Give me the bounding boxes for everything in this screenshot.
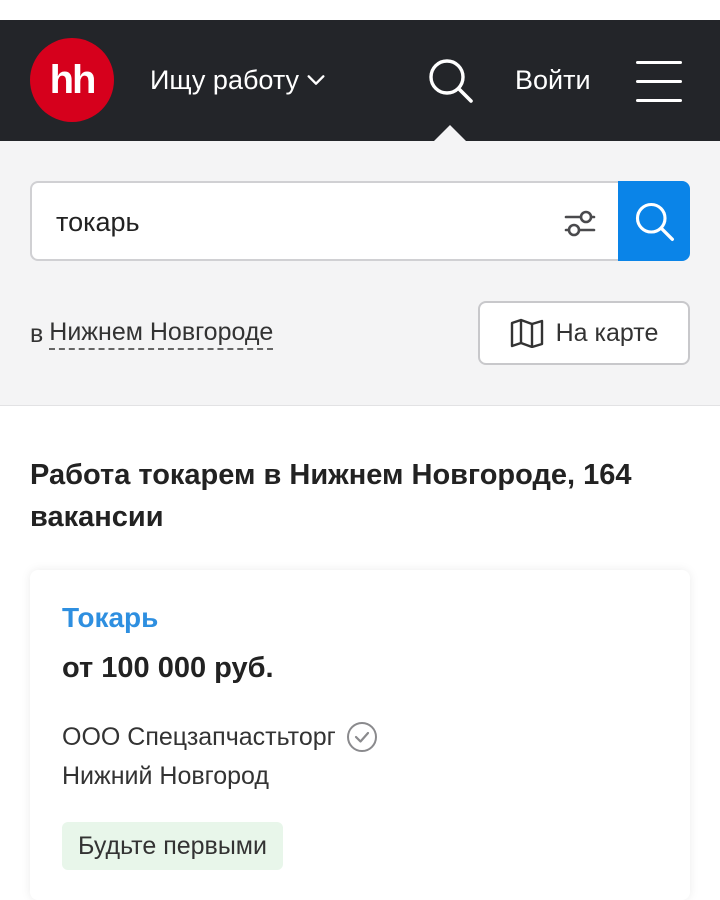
region-prefix: в xyxy=(30,319,44,348)
results-title: Работа токарем в Нижнем Новгороде, 164 в… xyxy=(30,459,632,533)
chevron-down-icon xyxy=(307,75,325,85)
status-strip xyxy=(0,0,720,20)
search-icon[interactable] xyxy=(426,56,474,104)
login-link[interactable]: Войти xyxy=(515,64,591,96)
map-button-label: На карте xyxy=(555,318,659,347)
region-link[interactable]: Нижнем Новгороде xyxy=(49,318,274,350)
search-icon xyxy=(635,202,674,241)
verified-check-icon xyxy=(346,722,377,752)
map-icon xyxy=(510,318,543,348)
vacancy-card[interactable]: Токарь от 100 000 руб. ООО Спецзапчастьт… xyxy=(30,570,690,900)
hh-logo[interactable]: hh xyxy=(30,38,114,122)
search-panel: в Нижнем Новгороде На карте xyxy=(0,141,720,406)
job-search-mode-dropdown[interactable]: Ищу работу xyxy=(150,64,327,96)
map-button[interactable]: На карте xyxy=(478,301,690,365)
company-name[interactable]: ООО Спецзапчастьторг xyxy=(62,723,336,752)
vacancy-salary: от 100 000 руб. xyxy=(62,652,274,684)
vacancy-city: Нижний Новгород xyxy=(62,762,269,790)
active-search-caret xyxy=(434,125,466,141)
top-header: hh Ищу работу Войти xyxy=(0,20,720,141)
be-first-badge: Будьте первыми xyxy=(62,822,283,870)
vacancy-title-link[interactable]: Токарь xyxy=(62,602,158,634)
filter-settings-icon[interactable] xyxy=(562,205,598,241)
search-button[interactable] xyxy=(618,181,690,261)
search-input[interactable] xyxy=(56,203,536,241)
region-selector: в Нижнем Новгороде xyxy=(30,317,274,351)
hamburger-menu-icon[interactable] xyxy=(636,61,684,103)
vacancy-company: ООО Спецзапчастьторг xyxy=(62,720,378,754)
mode-label: Ищу работу xyxy=(150,64,300,95)
search-box xyxy=(30,181,620,261)
